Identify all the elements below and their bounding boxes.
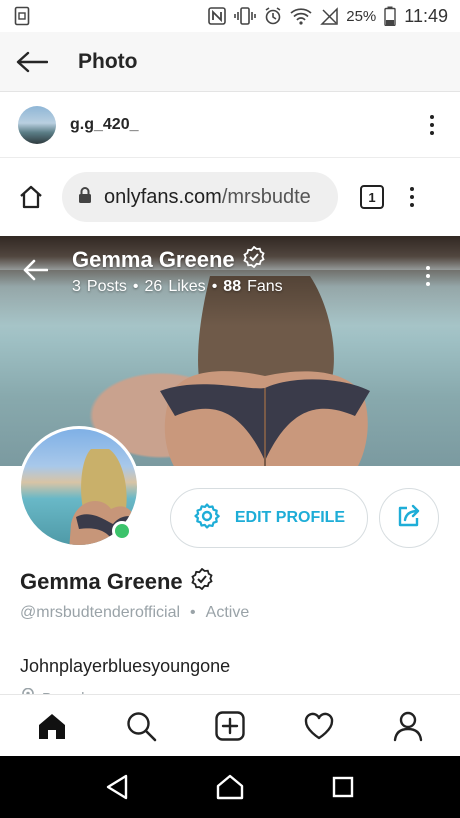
verified-icon <box>243 245 265 274</box>
likes-count: 26 <box>144 278 163 295</box>
no-signal-icon <box>320 7 338 25</box>
back-arrow-icon[interactable] <box>22 258 50 286</box>
url-host: onlyfans.com <box>104 185 222 208</box>
tab-switcher[interactable]: 1 <box>360 185 384 209</box>
author-avatar[interactable] <box>18 105 56 144</box>
activity-status: Active <box>205 604 250 621</box>
more-vertical-icon[interactable] <box>420 111 444 139</box>
heart-icon[interactable] <box>296 703 342 749</box>
vibrate-icon <box>234 7 257 25</box>
user-icon[interactable] <box>385 703 431 749</box>
gear-icon <box>193 502 221 535</box>
verified-icon <box>191 567 213 596</box>
profile-stats: 3 Posts • 26 Likes • 88 Fans <box>72 278 283 296</box>
home-circle-icon[interactable] <box>210 767 250 807</box>
cover-profile-name: Gemma Greene <box>72 245 265 274</box>
online-status-dot <box>112 521 132 541</box>
battery-icon <box>384 6 396 26</box>
profile-handle: @mrsbudtenderofficial <box>20 604 181 621</box>
add-post-icon[interactable] <box>207 703 253 749</box>
likes-label: Likes <box>168 278 206 295</box>
edit-profile-label: EDIT PROFILE <box>234 509 346 526</box>
browser-menu-icon[interactable] <box>400 183 424 211</box>
stats-separator: • <box>132 278 139 295</box>
arrow-left-icon[interactable] <box>16 47 50 77</box>
url-path: /mrsbudte <box>221 185 311 208</box>
display-name-text: Gemma Greene <box>20 569 183 594</box>
screenshot-icon <box>14 6 30 26</box>
stats-separator: • <box>211 278 218 295</box>
search-icon[interactable] <box>118 703 164 749</box>
author-name[interactable]: g.g_420_ <box>70 116 420 134</box>
home-icon[interactable] <box>29 703 75 749</box>
post-author-row: g.g_420_ <box>0 92 460 158</box>
wifi-icon <box>290 7 312 25</box>
url-text: onlyfans.com/mrsbudte <box>104 186 311 209</box>
profile-section: EDIT PROFILE Gemma Greene @mrsbudtendero… <box>0 426 460 707</box>
status-bar: 25% 11:49 <box>0 0 460 32</box>
cover-name-text: Gemma Greene <box>72 247 235 272</box>
handle-separator: • <box>190 604 196 621</box>
share-icon <box>395 502 423 535</box>
posts-label: Posts <box>86 278 127 295</box>
screen: 25% 11:49 Photo g.g_420_ onlyfans.com/mr… <box>0 0 460 818</box>
profile-bio: Johnplayerbluesyoungone <box>20 656 231 676</box>
edit-profile-button[interactable]: EDIT PROFILE <box>170 488 368 548</box>
fans-label: Fans <box>247 278 283 295</box>
bottom-nav <box>0 694 460 756</box>
battery-percent: 25% <box>346 7 377 25</box>
display-name: Gemma Greene <box>20 567 213 596</box>
clock: 11:49 <box>404 5 448 26</box>
browser-bar: onlyfans.com/mrsbudte 1 <box>0 158 460 236</box>
lock-icon <box>78 186 92 209</box>
system-nav-bar <box>0 756 460 818</box>
share-profile-button[interactable] <box>379 488 439 548</box>
fans-count: 88 <box>223 278 242 295</box>
posts-count: 3 <box>72 278 81 295</box>
back-triangle-icon[interactable] <box>97 767 137 807</box>
page-title: Photo <box>78 49 138 73</box>
home-outline-icon[interactable] <box>16 182 46 212</box>
profile-menu-icon[interactable] <box>416 262 440 290</box>
handle-row: @mrsbudtenderofficial • Active <box>20 604 249 622</box>
app-header: Photo <box>0 32 460 92</box>
alarm-icon <box>264 7 282 25</box>
address-bar[interactable]: onlyfans.com/mrsbudte <box>62 172 338 222</box>
nfc-icon <box>208 7 227 25</box>
recents-square-icon[interactable] <box>323 767 363 807</box>
